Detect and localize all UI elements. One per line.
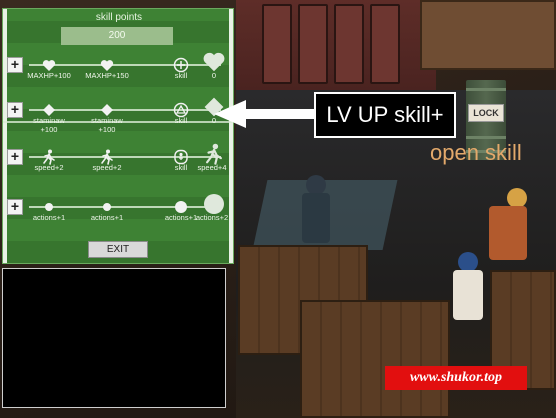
skill-row-stamina: + staminaw +100 staminaw +100 skill 0 — [3, 97, 235, 142]
locker-row — [236, 0, 436, 90]
skill-row-speed: + speed+2 speed+2 skill speed+4 — [3, 143, 235, 189]
locker — [370, 4, 400, 84]
skill-node-label: speed+2 — [34, 163, 64, 172]
locker — [262, 4, 292, 84]
character-orange-suit — [475, 188, 535, 278]
character-dark-uniform — [296, 175, 336, 265]
skill-node-label: staminaw +100 — [33, 116, 65, 134]
skill-node-label: actions+2 — [195, 213, 229, 222]
shelf — [420, 0, 556, 70]
skill-node-label: actions+1 — [90, 213, 124, 222]
skill-points-value: 200 — [61, 27, 173, 45]
skill-node-label: MAXHP+150 — [85, 71, 129, 80]
skill-points-title: skill points — [95, 12, 143, 23]
skill-row-actions: + actions+1 actions+1 actions+1 actions+… — [3, 194, 235, 239]
message-box — [2, 268, 226, 408]
locker — [334, 4, 364, 84]
lv-up-callout: LV UP skill+ — [314, 92, 456, 138]
watermark: www.shukor.top — [385, 366, 527, 390]
skill-node-label: speed+4 — [197, 163, 227, 172]
skill-node-label: 0 — [211, 71, 217, 80]
skill-node-label: actions+1 — [32, 213, 66, 222]
lock-sign[interactable]: LOCK — [468, 104, 504, 122]
skill-row-hp: + MAXHP+100 MAXHP+150 skill 0 — [3, 52, 235, 97]
open-skill-label: open skill — [430, 140, 522, 165]
wooden-crate — [300, 300, 450, 418]
skill-node-label: staminaw +100 — [91, 116, 123, 134]
locker — [298, 4, 328, 84]
arrow-left-icon — [214, 100, 316, 128]
skill-node-label: MAXHP+100 — [27, 71, 71, 80]
skill-panel: skill points 200 + MAXHP+100 MAXHP+150 s… — [2, 8, 234, 264]
skill-node-label: speed+2 — [92, 163, 122, 172]
exit-button[interactable]: EXIT — [88, 241, 148, 258]
